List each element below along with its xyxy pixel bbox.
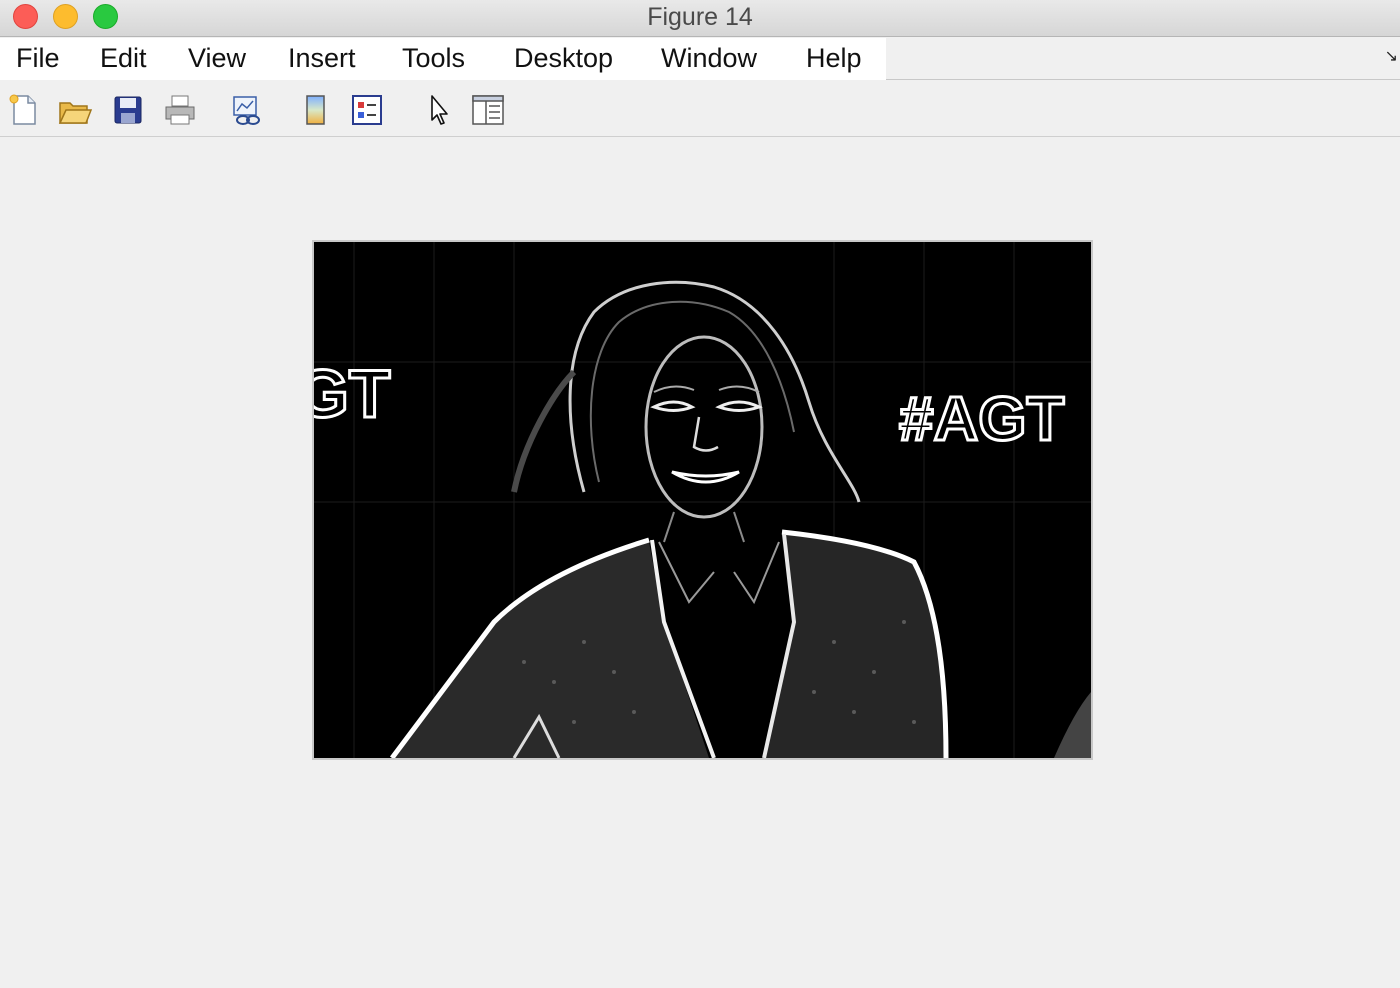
link-plot-icon[interactable] bbox=[229, 93, 265, 127]
menu-help[interactable]: Help bbox=[806, 43, 862, 74]
menu-view[interactable]: View bbox=[188, 43, 246, 74]
menu-window[interactable]: Window bbox=[661, 43, 757, 74]
menu-bar-filler: ↘ bbox=[886, 38, 1400, 80]
print-icon[interactable] bbox=[162, 93, 198, 127]
menu-file[interactable]: File bbox=[16, 43, 60, 74]
edge-detected-image: GT #AGT bbox=[314, 242, 1091, 758]
edit-plot-pointer-icon[interactable] bbox=[420, 93, 456, 127]
window-title: Figure 14 bbox=[647, 3, 753, 31]
new-figure-icon[interactable] bbox=[6, 93, 42, 127]
menu-edit[interactable]: Edit bbox=[100, 43, 147, 74]
save-icon[interactable] bbox=[110, 93, 146, 127]
menu-insert[interactable]: Insert bbox=[288, 43, 356, 74]
insert-legend-icon[interactable] bbox=[349, 93, 385, 127]
menu-desktop[interactable]: Desktop bbox=[514, 43, 613, 74]
title-bar: Figure 14 bbox=[0, 0, 1400, 37]
dock-arrow-icon[interactable]: ↘ bbox=[1385, 46, 1398, 66]
overlay-text-right: #AGT bbox=[899, 385, 1064, 454]
image-axes[interactable]: GT #AGT bbox=[312, 240, 1093, 760]
property-inspector-icon[interactable] bbox=[470, 93, 506, 127]
menu-bar: File Edit View Insert Tools Desktop Wind… bbox=[0, 38, 1400, 80]
insert-colorbar-icon[interactable] bbox=[298, 93, 334, 127]
overlay-text-left: GT bbox=[314, 356, 390, 432]
open-file-icon[interactable] bbox=[57, 93, 93, 127]
menu-tools[interactable]: Tools bbox=[402, 43, 465, 74]
toolbar bbox=[0, 81, 1400, 137]
